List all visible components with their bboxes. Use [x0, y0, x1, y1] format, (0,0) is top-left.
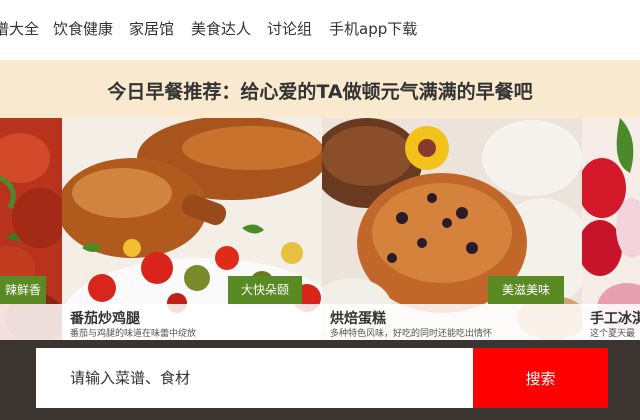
recipe-card-ice-cream[interactable]: 手工冰淇 这个夏天最 [582, 118, 640, 340]
recipe-card-tomato-chicken[interactable]: 大快朵颐 番茄炒鸡腿 番茄与鸡腿的味道在味蕾中绽放 [62, 118, 322, 340]
search-button[interactable]: 搜索 [473, 348, 608, 408]
tag-feast[interactable]: 大快朵颐 [228, 276, 302, 304]
caption-crayfish [0, 304, 62, 340]
recipe-description: 这个夏天最 [590, 329, 636, 339]
top-nav: 谱大全 饮食健康 家居馆 美食达人 讨论组 手机app下载 [0, 0, 640, 60]
caption-ice-cream: 手工冰淇 这个夏天最 [582, 304, 640, 340]
banner-headline[interactable]: 今日早餐推荐：给心爱的TA做顿元气满满的早餐吧 [0, 77, 640, 104]
caption-baked-cake: 烘焙蛋糕 多种特色风味，好吃的同时还能吃出情怀 [322, 304, 582, 340]
recipe-description: 番茄与鸡腿的味道在味蕾中绽放 [70, 329, 197, 339]
nav-item-home[interactable]: 家居馆 [129, 18, 174, 39]
nav-item-discussion[interactable]: 讨论组 [267, 18, 312, 39]
search-input[interactable] [36, 348, 473, 408]
recipe-card-crayfish[interactable]: 辣鲜香 [0, 118, 62, 340]
search-bar: 搜索 [0, 340, 640, 420]
tag-spicy[interactable]: 辣鲜香 [0, 276, 46, 304]
recipe-title[interactable]: 烘焙蛋糕 [330, 308, 386, 328]
nav-item-food-experts[interactable]: 美食达人 [191, 18, 251, 39]
recipe-title[interactable]: 手工冰淇 [590, 308, 640, 328]
breakfast-banner: 今日早餐推荐：给心爱的TA做顿元气满满的早餐吧 [0, 60, 640, 118]
nav-item-app-download[interactable]: 手机app下载 [329, 18, 417, 39]
tag-delicious[interactable]: 美滋美味 [488, 276, 564, 304]
recipe-carousel: 辣鲜香 大快朵颐 番茄炒鸡腿 番茄与鸡腿的味道在味蕾中绽放 美滋美味 烘焙蛋糕 … [0, 118, 640, 340]
recipe-description: 多种特色风味，好吃的同时还能吃出情怀 [330, 329, 493, 339]
recipe-card-baked-cake[interactable]: 美滋美味 烘焙蛋糕 多种特色风味，好吃的同时还能吃出情怀 [322, 118, 582, 340]
nav-item-recipes[interactable]: 谱大全 [0, 18, 39, 39]
recipe-title[interactable]: 番茄炒鸡腿 [70, 308, 140, 328]
nav-item-healthy-eating[interactable]: 饮食健康 [53, 18, 113, 39]
caption-tomato-chicken: 番茄炒鸡腿 番茄与鸡腿的味道在味蕾中绽放 [62, 304, 322, 340]
